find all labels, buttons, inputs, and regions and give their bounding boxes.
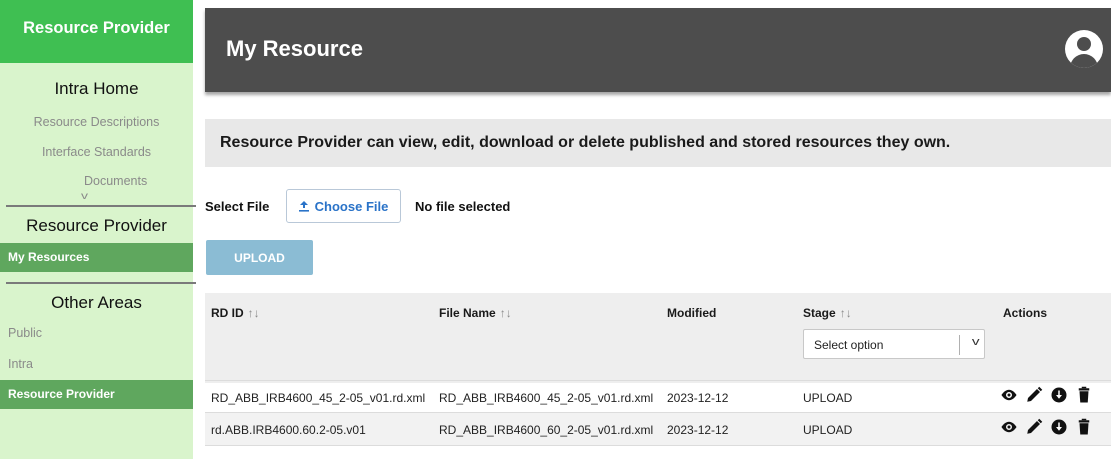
table-row[interactable]: RD_ABB_IRB4600_45_2-05_v01.rd.xml RD_ABB…	[205, 380, 1111, 413]
column-header-label: File Name	[439, 306, 496, 320]
sidebar-divider	[6, 282, 196, 284]
sidebar-app-title[interactable]: Resource Provider	[0, 0, 193, 63]
select-divider	[959, 335, 960, 355]
chevron-down-icon: v	[81, 191, 88, 202]
sort-icon[interactable]: ↑↓	[248, 306, 260, 320]
upload-button[interactable]: UPLOAD	[206, 240, 313, 275]
column-header-label: RD ID	[211, 306, 244, 320]
sidebar-item-documents-label: Documents	[84, 174, 148, 188]
user-avatar-icon[interactable]	[1065, 30, 1103, 68]
row-actions	[1000, 418, 1093, 436]
sidebar-heading-resource-provider[interactable]: Resource Provider	[0, 216, 193, 236]
download-icon[interactable]	[1050, 386, 1068, 404]
sidebar-item-my-resources[interactable]: My Resources	[0, 243, 193, 272]
column-header-actions: Actions	[1003, 306, 1047, 320]
cell-rd-id: rd.ABB.IRB4600.60.2-05.v01	[211, 423, 366, 437]
trash-icon[interactable]	[1075, 386, 1093, 404]
column-header-label: Actions	[1003, 306, 1048, 320]
cell-stage: UPLOAD	[803, 391, 853, 405]
info-banner-text: Resource Provider can view, edit, downlo…	[220, 134, 951, 151]
column-header-rd-id[interactable]: RD ID ↑↓	[211, 306, 260, 320]
sidebar-heading-intra-home[interactable]: Intra Home	[0, 79, 193, 99]
pencil-icon[interactable]	[1025, 386, 1043, 404]
cell-modified: 2023-12-12	[667, 423, 729, 437]
avatar-head	[1077, 37, 1091, 51]
sidebar-item-documents[interactable]: Documents v	[44, 174, 193, 202]
cell-rd-id: RD_ABB_IRB4600_45_2-05_v01.rd.xml	[211, 391, 426, 405]
stage-filter-select[interactable]: Select option v	[803, 329, 985, 359]
sidebar-divider	[6, 205, 196, 207]
file-select-row: Select File Choose File No file selected	[205, 189, 805, 223]
sidebar-item-public[interactable]: Public	[0, 326, 42, 340]
column-header-label: Modified	[667, 306, 717, 320]
choose-file-button[interactable]: Choose File	[286, 189, 401, 223]
download-icon[interactable]	[1050, 418, 1068, 436]
eye-icon[interactable]	[1000, 418, 1018, 436]
cell-file-name: RD_ABB_IRB4600_60_2-05_v01.rd.xml	[439, 423, 654, 437]
pencil-icon[interactable]	[1025, 418, 1043, 436]
cell-file-name: RD_ABB_IRB4600_45_2-05_v01.rd.xml	[439, 391, 654, 405]
upload-arrow-icon	[298, 200, 309, 212]
table-row[interactable]: rd.ABB.IRB4600.60.2-05.v01 RD_ABB_IRB460…	[205, 413, 1111, 446]
row-actions	[1000, 386, 1093, 404]
choose-file-label: Choose File	[314, 198, 389, 214]
sidebar-item-intra[interactable]: Intra	[0, 357, 33, 371]
cell-modified: 2023-12-12	[667, 391, 729, 405]
table-header: RD ID ↑↓ File Name ↑↓ Modified Stage ↑↓ Act…	[205, 293, 1111, 383]
column-header-modified: Modified	[667, 306, 716, 320]
file-status-text: No file selected	[415, 199, 511, 214]
page-title: My Resource	[226, 36, 363, 61]
stage-filter-value: Select option	[814, 338, 884, 352]
trash-icon[interactable]	[1075, 418, 1093, 436]
avatar-body	[1070, 54, 1098, 68]
sidebar-item-resource-descriptions[interactable]: Resource Descriptions	[0, 115, 193, 129]
chevron-down-icon: v	[971, 336, 980, 348]
eye-icon[interactable]	[1000, 386, 1018, 404]
main-content: My Resource Resource Provider can view, …	[205, 8, 1111, 446]
info-banner: Resource Provider can view, edit, downlo…	[205, 119, 1111, 167]
sidebar: Resource Provider Intra Home Resource De…	[0, 0, 196, 459]
sidebar-item-resource-provider[interactable]: Resource Provider	[0, 380, 193, 409]
cell-stage: UPLOAD	[803, 423, 853, 437]
select-file-label: Select File	[205, 199, 270, 214]
column-header-file-name[interactable]: File Name ↑↓	[439, 306, 512, 320]
sidebar-item-interface-standards[interactable]: Interface Standards	[0, 145, 193, 159]
sort-icon[interactable]: ↑↓	[500, 306, 512, 320]
sort-icon[interactable]: ↑↓	[840, 306, 852, 320]
column-header-stage[interactable]: Stage ↑↓	[803, 306, 852, 320]
column-header-label: Stage	[803, 306, 836, 320]
sidebar-heading-other-areas[interactable]: Other Areas	[0, 293, 193, 313]
page-header: My Resource	[205, 8, 1111, 92]
